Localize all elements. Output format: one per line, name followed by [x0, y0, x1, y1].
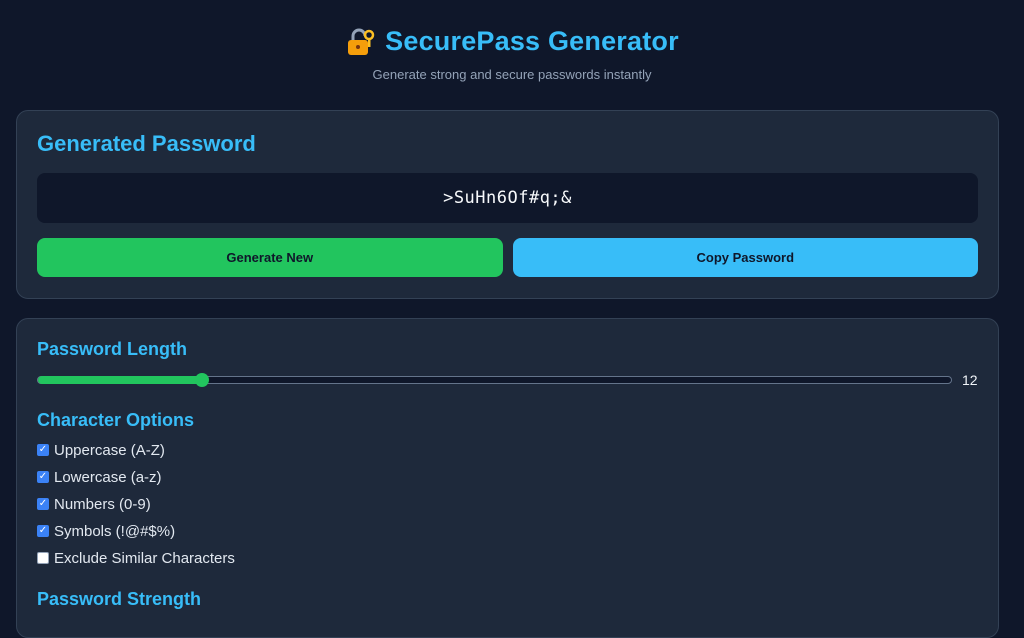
length-slider[interactable]: [37, 373, 952, 387]
character-options-heading: Character Options: [37, 410, 195, 430]
option-row[interactable]: ✓ Exclude Similar Characters: [37, 549, 978, 567]
option-checkbox[interactable]: ✓: [37, 552, 49, 564]
title-row: SecurePass Generator: [0, 26, 1024, 57]
password-strength-heading: Password Strength: [37, 589, 202, 609]
settings-card: Password Length 12 Character Options ✓ Up…: [16, 318, 999, 638]
lock-icon: [345, 27, 375, 57]
option-label: Exclude Similar Characters: [54, 549, 235, 567]
copy-password-button[interactable]: Copy Password: [512, 238, 978, 277]
option-row[interactable]: ✓ Lowercase (a-z): [37, 468, 978, 486]
length-slider-thumb[interactable]: [195, 373, 210, 387]
option-checkbox[interactable]: ✓: [37, 444, 49, 456]
app-header: SecurePass Generator Generate strong and…: [0, 0, 1024, 110]
action-buttons: Generate New Copy Password: [37, 238, 978, 277]
password-length-heading: Password Length: [37, 339, 188, 359]
option-row[interactable]: ✓ Numbers (0-9): [37, 495, 978, 513]
length-value: 12: [962, 372, 978, 388]
option-row[interactable]: ✓ Uppercase (A-Z): [37, 441, 978, 459]
option-label: Uppercase (A-Z): [54, 441, 165, 459]
page-subtitle: Generate strong and secure passwords ins…: [372, 67, 652, 82]
password-display[interactable]: >SuHn6Of#q;&: [37, 173, 978, 223]
option-row[interactable]: ✓ Symbols (!@#$%): [37, 522, 978, 540]
option-label: Lowercase (a-z): [54, 468, 162, 486]
option-checkbox[interactable]: ✓: [37, 525, 49, 537]
page-title: SecurePass Generator: [385, 26, 679, 56]
length-slider-row: 12: [37, 372, 978, 388]
option-label: Symbols (!@#$%): [54, 522, 176, 540]
option-label: Numbers (0-9): [54, 495, 151, 513]
option-checkbox[interactable]: ✓: [37, 471, 49, 483]
generated-password-card: Generated Password >SuHn6Of#q;& Generate…: [16, 110, 999, 299]
option-checkbox[interactable]: ✓: [37, 498, 49, 510]
character-options-list: ✓ Uppercase (A-Z) ✓ Lowercase (a-z) ✓ Numbers…: [37, 441, 978, 567]
generated-password-heading: Generated Password: [37, 131, 256, 156]
length-slider-fill: [38, 376, 203, 384]
generate-new-button[interactable]: Generate New: [37, 238, 503, 277]
password-text: >SuHn6Of#q;&: [443, 188, 572, 208]
